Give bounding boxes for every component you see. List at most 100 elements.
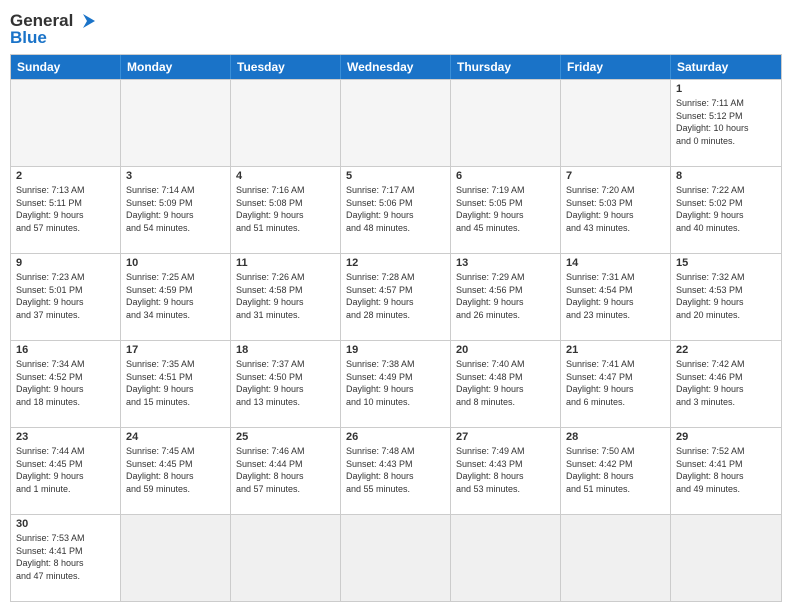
calendar-row: 2Sunrise: 7:13 AM Sunset: 5:11 PM Daylig… <box>11 166 781 253</box>
cell-info: Sunrise: 7:48 AM Sunset: 4:43 PM Dayligh… <box>346 445 445 495</box>
calendar-cell <box>561 80 671 166</box>
day-number: 23 <box>16 431 115 443</box>
day-number: 14 <box>566 257 665 269</box>
calendar-cell <box>121 515 231 601</box>
calendar-cell: 16 Sunrise: 7:34 AM Sunset: 4:52 PM Dayli… <box>11 341 121 427</box>
cell-info: Sunrise: 7:14 AM Sunset: 5:09 PM Dayligh… <box>126 184 225 234</box>
cell-info: Sunrise: 7:53 AM Sunset: 4:41 PM Dayligh… <box>16 532 115 582</box>
cell-info: Sunrise: 7:38 AM Sunset: 4:49 PM Dayligh… <box>346 358 445 408</box>
calendar-cell: 24 Sunrise: 7:45 AM Sunset: 4:45 PM Dayli… <box>121 428 231 514</box>
weekday-header: Thursday <box>451 55 561 79</box>
calendar-cell: 18 Sunrise: 7:37 AM Sunset: 4:50 PM Dayli… <box>231 341 341 427</box>
cell-info: Sunrise: 7:37 AM Sunset: 4:50 PM Dayligh… <box>236 358 335 408</box>
day-number: 2 <box>16 170 115 182</box>
calendar-cell: 2Sunrise: 7:13 AM Sunset: 5:11 PM Daylig… <box>11 167 121 253</box>
calendar-header: SundayMondayTuesdayWednesdayThursdayFrid… <box>11 55 781 79</box>
calendar-cell: 20Sunrise: 7:40 AM Sunset: 4:48 PM Dayli… <box>451 341 561 427</box>
cell-info: Sunrise: 7:49 AM Sunset: 4:43 PM Dayligh… <box>456 445 555 495</box>
calendar-cell: 12 Sunrise: 7:28 AM Sunset: 4:57 PM Dayli… <box>341 254 451 340</box>
calendar-cell: 27 Sunrise: 7:49 AM Sunset: 4:43 PM Dayli… <box>451 428 561 514</box>
day-number: 13 <box>456 257 555 269</box>
day-number: 10 <box>126 257 225 269</box>
calendar-row: 9Sunrise: 7:23 AM Sunset: 5:01 PM Daylig… <box>11 253 781 340</box>
day-number: 12 <box>346 257 445 269</box>
calendar-cell: 28 Sunrise: 7:50 AM Sunset: 4:42 PM Dayli… <box>561 428 671 514</box>
calendar-body: 1 Sunrise: 7:11 AM Sunset: 5:12 PM Daylig… <box>11 79 781 601</box>
calendar-row: 30 Sunrise: 7:53 AM Sunset: 4:41 PM Dayli… <box>11 514 781 601</box>
cell-info: Sunrise: 7:45 AM Sunset: 4:45 PM Dayligh… <box>126 445 225 495</box>
day-number: 24 <box>126 431 225 443</box>
calendar-cell <box>561 515 671 601</box>
calendar-cell: 4 Sunrise: 7:16 AM Sunset: 5:08 PM Daylig… <box>231 167 341 253</box>
calendar-cell <box>11 80 121 166</box>
cell-info: Sunrise: 7:41 AM Sunset: 4:47 PM Dayligh… <box>566 358 665 408</box>
calendar-cell: 15 Sunrise: 7:32 AM Sunset: 4:53 PM Dayli… <box>671 254 781 340</box>
cell-info: Sunrise: 7:16 AM Sunset: 5:08 PM Dayligh… <box>236 184 335 234</box>
calendar-cell: 29 Sunrise: 7:52 AM Sunset: 4:41 PM Dayli… <box>671 428 781 514</box>
day-number: 5 <box>346 170 445 182</box>
logo-blue: Blue <box>10 28 47 48</box>
day-number: 22 <box>676 344 776 356</box>
calendar-cell <box>451 515 561 601</box>
day-number: 30 <box>16 518 115 530</box>
calendar-cell: 17 Sunrise: 7:35 AM Sunset: 4:51 PM Dayli… <box>121 341 231 427</box>
day-number: 25 <box>236 431 335 443</box>
cell-info: Sunrise: 7:46 AM Sunset: 4:44 PM Dayligh… <box>236 445 335 495</box>
day-number: 7 <box>566 170 665 182</box>
day-number: 29 <box>676 431 776 443</box>
day-number: 17 <box>126 344 225 356</box>
cell-info: Sunrise: 7:50 AM Sunset: 4:42 PM Dayligh… <box>566 445 665 495</box>
calendar-cell: 22 Sunrise: 7:42 AM Sunset: 4:46 PM Dayli… <box>671 341 781 427</box>
calendar-cell: 26 Sunrise: 7:48 AM Sunset: 4:43 PM Dayli… <box>341 428 451 514</box>
calendar-cell <box>231 80 341 166</box>
day-number: 16 <box>16 344 115 356</box>
calendar-cell <box>451 80 561 166</box>
cell-info: Sunrise: 7:52 AM Sunset: 4:41 PM Dayligh… <box>676 445 776 495</box>
day-number: 3 <box>126 170 225 182</box>
weekday-header: Wednesday <box>341 55 451 79</box>
weekday-header: Tuesday <box>231 55 341 79</box>
calendar-cell: 5Sunrise: 7:17 AM Sunset: 5:06 PM Daylig… <box>341 167 451 253</box>
cell-info: Sunrise: 7:22 AM Sunset: 5:02 PM Dayligh… <box>676 184 776 234</box>
logo: General Blue <box>10 10 97 48</box>
day-number: 26 <box>346 431 445 443</box>
calendar-cell: 25 Sunrise: 7:46 AM Sunset: 4:44 PM Dayli… <box>231 428 341 514</box>
day-number: 19 <box>346 344 445 356</box>
day-number: 6 <box>456 170 555 182</box>
day-number: 8 <box>676 170 776 182</box>
calendar-cell: 8 Sunrise: 7:22 AM Sunset: 5:02 PM Daylig… <box>671 167 781 253</box>
cell-info: Sunrise: 7:26 AM Sunset: 4:58 PM Dayligh… <box>236 271 335 321</box>
calendar-row: 16 Sunrise: 7:34 AM Sunset: 4:52 PM Dayli… <box>11 340 781 427</box>
calendar-cell <box>121 80 231 166</box>
day-number: 28 <box>566 431 665 443</box>
day-number: 4 <box>236 170 335 182</box>
cell-info: Sunrise: 7:31 AM Sunset: 4:54 PM Dayligh… <box>566 271 665 321</box>
calendar: SundayMondayTuesdayWednesdayThursdayFrid… <box>10 54 782 602</box>
calendar-cell: 23Sunrise: 7:44 AM Sunset: 4:45 PM Dayli… <box>11 428 121 514</box>
calendar-cell: 30 Sunrise: 7:53 AM Sunset: 4:41 PM Dayli… <box>11 515 121 601</box>
cell-info: Sunrise: 7:25 AM Sunset: 4:59 PM Dayligh… <box>126 271 225 321</box>
calendar-cell: 10 Sunrise: 7:25 AM Sunset: 4:59 PM Dayli… <box>121 254 231 340</box>
cell-info: Sunrise: 7:42 AM Sunset: 4:46 PM Dayligh… <box>676 358 776 408</box>
cell-info: Sunrise: 7:11 AM Sunset: 5:12 PM Dayligh… <box>676 97 776 147</box>
day-number: 9 <box>16 257 115 269</box>
cell-info: Sunrise: 7:32 AM Sunset: 4:53 PM Dayligh… <box>676 271 776 321</box>
cell-info: Sunrise: 7:40 AM Sunset: 4:48 PM Dayligh… <box>456 358 555 408</box>
cell-info: Sunrise: 7:34 AM Sunset: 4:52 PM Dayligh… <box>16 358 115 408</box>
calendar-cell: 7Sunrise: 7:20 AM Sunset: 5:03 PM Daylig… <box>561 167 671 253</box>
day-number: 27 <box>456 431 555 443</box>
day-number: 11 <box>236 257 335 269</box>
day-number: 15 <box>676 257 776 269</box>
cell-info: Sunrise: 7:28 AM Sunset: 4:57 PM Dayligh… <box>346 271 445 321</box>
day-number: 1 <box>676 83 776 95</box>
cell-info: Sunrise: 7:35 AM Sunset: 4:51 PM Dayligh… <box>126 358 225 408</box>
calendar-cell: 9Sunrise: 7:23 AM Sunset: 5:01 PM Daylig… <box>11 254 121 340</box>
day-number: 18 <box>236 344 335 356</box>
calendar-cell: 1 Sunrise: 7:11 AM Sunset: 5:12 PM Daylig… <box>671 80 781 166</box>
calendar-cell: 11 Sunrise: 7:26 AM Sunset: 4:58 PM Dayli… <box>231 254 341 340</box>
calendar-cell: 6Sunrise: 7:19 AM Sunset: 5:05 PM Daylig… <box>451 167 561 253</box>
day-number: 21 <box>566 344 665 356</box>
weekday-header: Sunday <box>11 55 121 79</box>
calendar-cell <box>341 80 451 166</box>
calendar-cell <box>341 515 451 601</box>
